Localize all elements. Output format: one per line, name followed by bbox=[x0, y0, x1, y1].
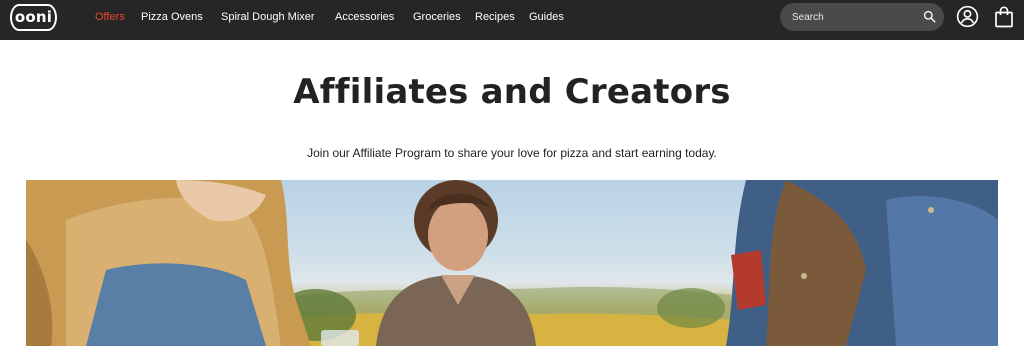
top-navigation-bar: ooni Offers Pizza Ovens Spiral Dough Mix… bbox=[0, 0, 1024, 40]
nav-spiral-dough-mixer[interactable]: Spiral Dough Mixer bbox=[221, 10, 315, 24]
hero-image bbox=[26, 180, 998, 346]
shopping-bag-icon[interactable] bbox=[994, 6, 1014, 28]
nav-recipes[interactable]: Recipes bbox=[475, 10, 515, 24]
search-icon[interactable] bbox=[923, 10, 936, 23]
ooni-logo[interactable]: ooni bbox=[10, 4, 57, 31]
nav-accessories[interactable]: Accessories bbox=[335, 10, 394, 24]
nav-guides[interactable]: Guides bbox=[529, 10, 564, 24]
search-bar[interactable] bbox=[780, 3, 944, 31]
page-title: Affiliates and Creators bbox=[293, 72, 731, 112]
page-subtitle: Join our Affiliate Program to share your… bbox=[307, 146, 717, 160]
account-icon[interactable] bbox=[956, 5, 979, 28]
nav-groceries[interactable]: Groceries bbox=[413, 10, 461, 24]
nav-offers[interactable]: Offers bbox=[95, 10, 125, 24]
search-input[interactable] bbox=[792, 9, 917, 25]
nav-pizza-ovens[interactable]: Pizza Ovens bbox=[141, 10, 203, 24]
